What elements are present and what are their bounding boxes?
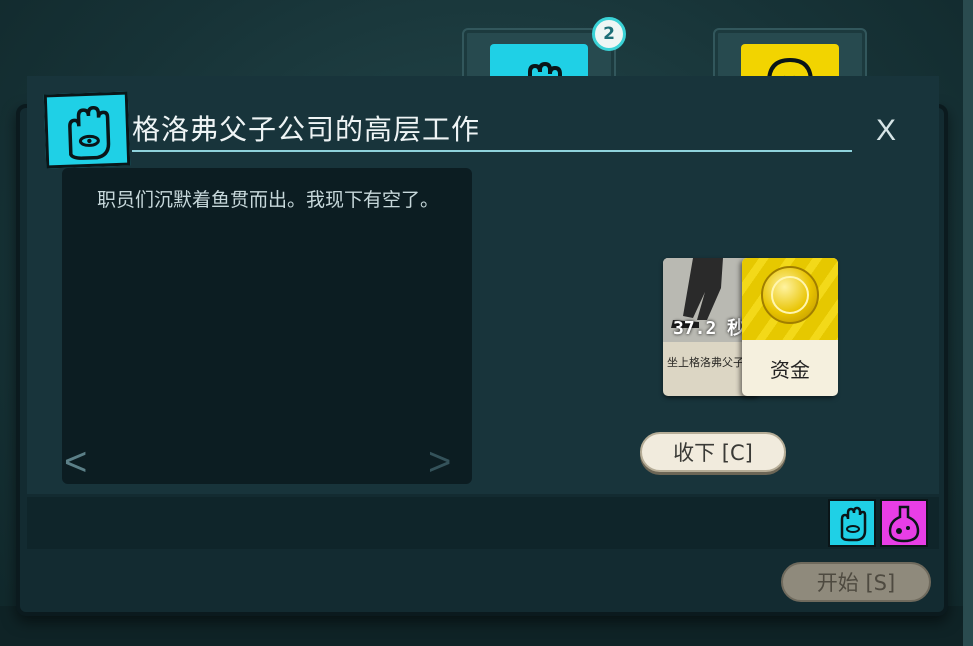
background-edge [963,0,973,646]
dialog-title: 格洛弗父子公司的高层工作 [132,113,481,146]
funds-card[interactable]: 资金 [742,258,838,396]
dialog-slot-bar [27,497,939,549]
flask-icon[interactable] [880,499,928,547]
story-panel [62,168,472,484]
story-text: 职员们沉默着鱼贯而出。我现下有空了。 [97,189,440,211]
funds-card-label: 资金 [770,358,810,382]
verb-count-badge: 2 [592,17,626,51]
prev-page-button[interactable]: < [64,440,87,485]
title-underline [132,150,852,152]
hand-eye-icon[interactable] [828,499,876,547]
close-button[interactable]: X [876,114,896,148]
hand-eye-icon [43,91,131,169]
next-page-button[interactable]: > [428,440,451,485]
funds-card-art [742,258,838,340]
countdown-timer: 37.2 秒 [673,318,746,339]
start-button[interactable]: 开始 [S] [781,562,931,602]
coin-icon [761,266,819,324]
accept-button[interactable]: 收下 [C] [640,432,786,472]
